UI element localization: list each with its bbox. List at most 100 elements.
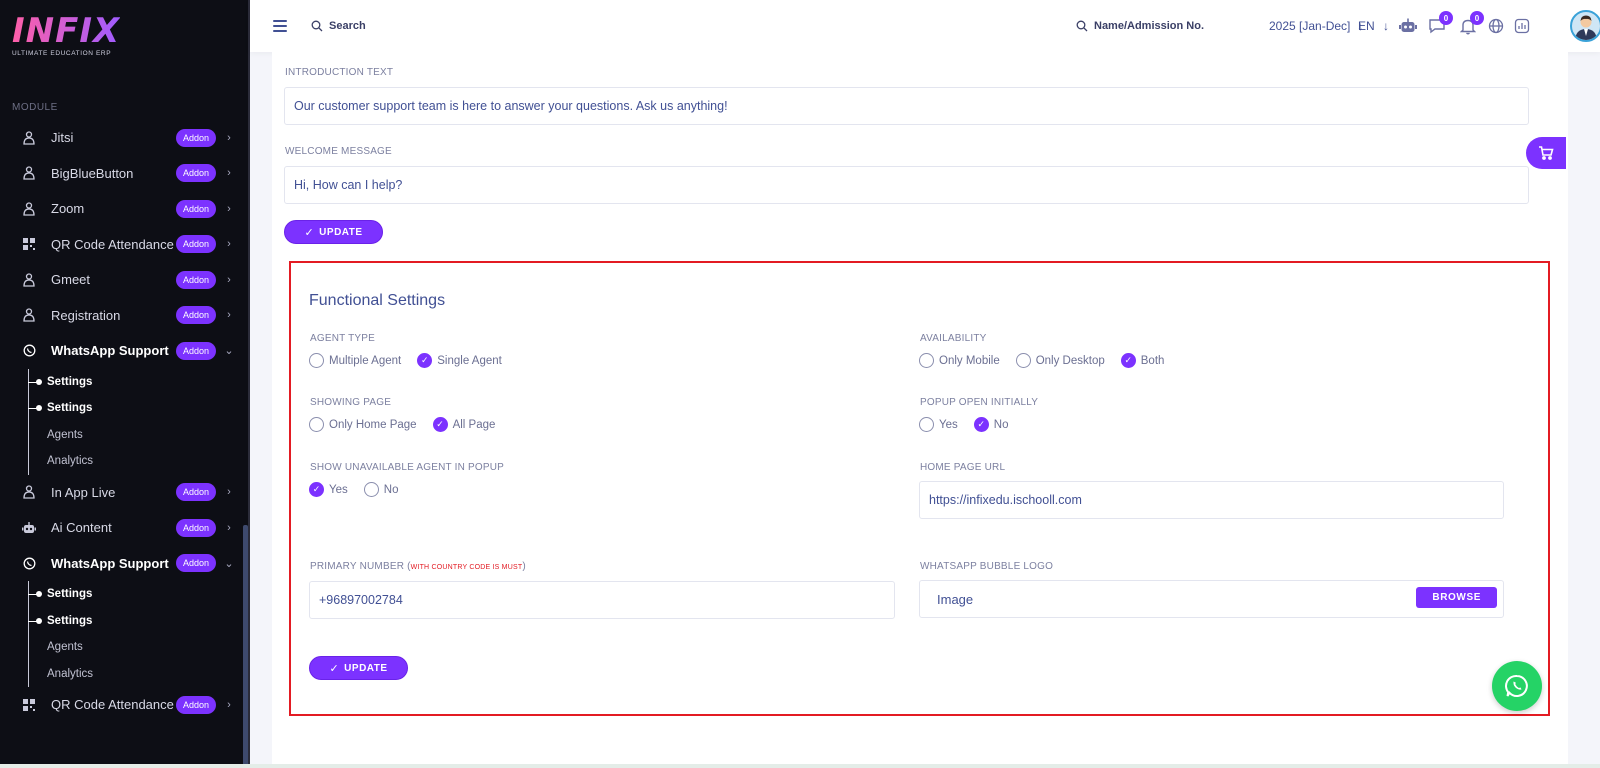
agent-type-option-multiple[interactable]: Multiple Agent <box>309 353 401 368</box>
whatsapp-icon <box>22 556 36 570</box>
sidebar-item-qr-code-attendance-2[interactable]: QR Code Attendance Addon › <box>0 687 248 723</box>
zoom-icon <box>22 166 36 180</box>
bubble-logo-file-input[interactable]: Image BROWSE <box>919 580 1504 618</box>
sidebar: INFIX ULTIMATE EDUCATION ERP MODULE Jits… <box>0 0 250 768</box>
menu-toggle-icon[interactable] <box>273 17 287 35</box>
dashboard-button[interactable] <box>1512 16 1532 36</box>
agent-type-option-single[interactable]: Single Agent <box>417 353 502 368</box>
submenu-item-analytics[interactable]: Analytics <box>47 661 248 688</box>
update-button-label: UPDATE <box>319 226 363 238</box>
radio-circle <box>1015 353 1031 368</box>
sidebar-item-label: In App Live <box>51 484 116 500</box>
whatsapp-support-submenu: Settings Settings Agents Analytics <box>0 368 248 475</box>
app-logo[interactable]: INFIX ULTIMATE EDUCATION ERP <box>12 14 120 57</box>
academic-year-value: 2025 [Jan-Dec] <box>1269 19 1351 33</box>
radio-checked-icon <box>309 482 324 497</box>
availability-option-mobile[interactable]: Only Mobile <box>919 353 1000 368</box>
update-intro-button[interactable]: ✓ UPDATE <box>284 220 383 244</box>
sidebar-item-label: BigBlueButton <box>51 165 134 181</box>
showing-page-radio-group: Only Home Page All Page <box>309 417 511 432</box>
submenu-item-agents[interactable]: Agents <box>47 422 248 449</box>
logo-tagline: ULTIMATE EDUCATION ERP <box>12 50 112 57</box>
browse-button[interactable]: BROWSE <box>1416 587 1497 608</box>
chevron-down-icon: ⌄ <box>224 557 234 570</box>
sidebar-item-label: Registration <box>51 307 121 323</box>
sidebar-scrollbar[interactable] <box>243 525 248 768</box>
unavailable-option-no[interactable]: No <box>363 482 398 497</box>
agent-type-label: AGENT TYPE <box>310 333 375 344</box>
chevron-right-icon: › <box>227 238 231 251</box>
website-button[interactable] <box>1486 16 1506 36</box>
sidebar-item-gmeet[interactable]: Gmeet Addon › <box>0 262 248 298</box>
submenu-item-settings[interactable]: Settings <box>28 369 248 396</box>
search-icon <box>311 20 323 32</box>
sidebar-item-label: Zoom <box>51 201 85 217</box>
primary-number-input[interactable]: +96897002784 <box>309 581 895 619</box>
submenu-item-settings[interactable]: Settings <box>28 608 248 635</box>
addon-badge: Addon <box>175 199 216 218</box>
notification-button[interactable]: 0 <box>1458 11 1484 36</box>
chevron-right-icon: › <box>227 309 231 322</box>
sidebar-item-ai-content[interactable]: Ai Content Addon › <box>0 510 248 546</box>
popup-option-yes[interactable]: Yes <box>919 417 958 432</box>
home-page-url-label: HOME PAGE URL <box>920 462 1006 473</box>
sidebar-item-registration[interactable]: Registration Addon › <box>0 298 248 334</box>
radio-label: All Page <box>452 418 496 431</box>
sidebar-item-qr-code-attendance[interactable]: QR Code Attendance Addon › <box>0 227 248 263</box>
qr-icon <box>22 698 36 712</box>
radio-label: Single Agent <box>437 354 502 367</box>
whatsapp-chat-button[interactable] <box>1492 661 1542 711</box>
globe-icon <box>1488 18 1504 34</box>
whatsapp-icon <box>22 344 36 358</box>
showing-page-option-home[interactable]: Only Home Page <box>309 417 417 432</box>
update-functional-button[interactable]: ✓ UPDATE <box>309 656 408 680</box>
addon-badge: Addon <box>175 235 216 254</box>
academic-year-select[interactable]: 2025 [Jan-Dec] ↓ <box>1269 19 1363 33</box>
sidebar-item-zoom[interactable]: Zoom Addon › <box>0 191 248 227</box>
chart-icon <box>1514 18 1530 34</box>
primary-number-label-text: PRIMARY NUMBER ( <box>310 561 411 572</box>
update-button-label: UPDATE <box>344 662 388 674</box>
showing-page-option-all[interactable]: All Page <box>432 417 496 432</box>
sidebar-item-jitsi[interactable]: Jitsi Addon › <box>0 120 248 156</box>
sidebar-item-in-app-live[interactable]: In App Live Addon › <box>0 475 248 511</box>
module-section-label: MODULE <box>12 102 58 113</box>
radio-checked-icon <box>417 353 433 368</box>
whatsapp-icon <box>1505 674 1528 697</box>
unavailable-option-yes[interactable]: Yes <box>309 482 348 497</box>
search-label: Search <box>329 20 366 32</box>
popup-option-no[interactable]: No <box>973 417 1009 432</box>
addon-badge: Addon <box>175 306 216 325</box>
sidebar-item-label: Gmeet <box>51 272 91 288</box>
bubble-logo-placeholder: Image <box>937 591 974 607</box>
welcome-message-input[interactable]: Hi, How can I help? <box>284 166 1529 204</box>
notification-badge: 0 <box>1470 11 1484 25</box>
search-button[interactable]: Search <box>311 20 366 32</box>
home-page-url-input[interactable]: https://infixedu.ischooll.com <box>919 481 1504 519</box>
name-admission-search[interactable]: Name/Admission No. <box>1076 20 1204 32</box>
submenu-item-settings[interactable]: Settings <box>28 395 248 422</box>
welcome-message-value: Hi, How can I help? <box>294 178 403 192</box>
ai-robot-button[interactable] <box>1398 16 1418 36</box>
availability-option-desktop[interactable]: Only Desktop <box>1015 353 1105 368</box>
sidebar-item-bigbluebutton[interactable]: BigBlueButton Addon › <box>0 156 248 192</box>
unavailable-agent-label: SHOW UNAVAILABLE AGENT IN POPUP <box>310 462 505 473</box>
sidebar-item-whatsapp-support-2[interactable]: WhatsApp Support Addon ⌄ <box>0 546 248 582</box>
submenu-item-agents[interactable]: Agents <box>47 634 248 661</box>
welcome-message-label: WELCOME MESSAGE <box>285 146 392 157</box>
submenu-item-analytics[interactable]: Analytics <box>47 448 248 475</box>
radio-label: No <box>993 418 1009 431</box>
sidebar-item-whatsapp-support[interactable]: WhatsApp Support Addon ⌄ <box>0 333 248 369</box>
sidebar-item-label: QR Code Attendance <box>51 697 174 713</box>
submenu-item-settings[interactable]: Settings <box>28 581 248 608</box>
availability-option-both[interactable]: Both <box>1120 353 1164 368</box>
floating-cart-button[interactable] <box>1526 137 1566 169</box>
bubble-logo-label: WHATSAPP BUBBLE LOGO <box>920 561 1054 572</box>
language-select[interactable]: EN ↓ <box>1358 19 1389 33</box>
radio-circle <box>919 353 934 368</box>
introduction-text-input[interactable]: Our customer support team is here to ans… <box>284 87 1529 125</box>
check-icon: ✓ <box>329 662 340 675</box>
unavailable-agent-radio-group: Yes No <box>309 482 414 497</box>
user-avatar[interactable] <box>1570 10 1600 42</box>
chat-button[interactable]: 0 <box>1427 11 1453 36</box>
